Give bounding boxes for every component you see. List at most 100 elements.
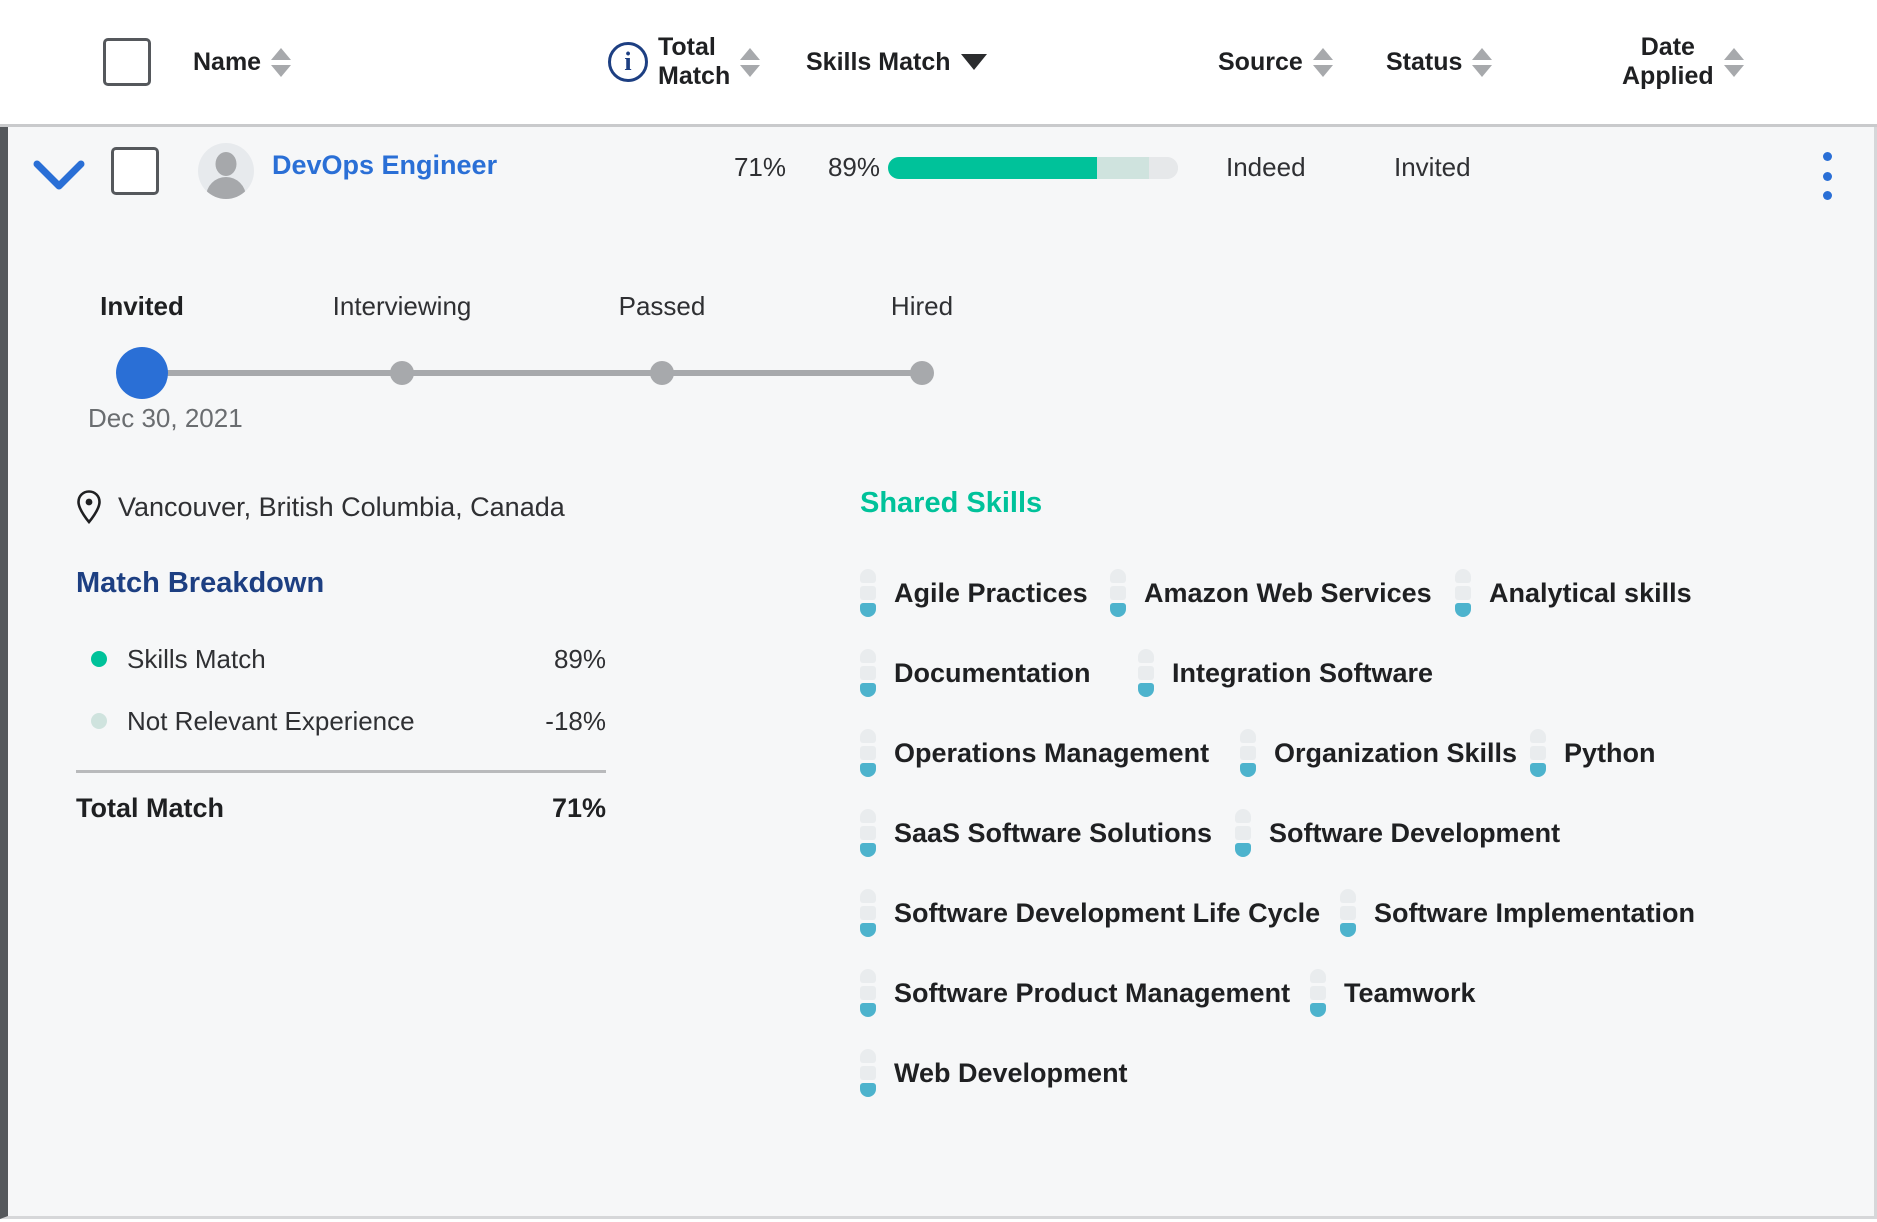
column-header-total-match[interactable]: i Total Match (608, 26, 761, 98)
legend-dot-not-relevant-experience (91, 713, 107, 729)
skill-item[interactable]: Python (1530, 729, 1656, 777)
skill-level-meter-icon (1138, 649, 1154, 697)
skill-item[interactable]: Documentation (860, 649, 1138, 697)
skill-item[interactable]: Amazon Web Services (1110, 569, 1455, 617)
skill-item[interactable]: Agile Practices (860, 569, 1110, 617)
stepper-label-passed: Passed (618, 291, 706, 321)
info-icon[interactable]: i (608, 42, 648, 82)
stepper-labels: Invited Interviewing Passed Hired (88, 291, 1108, 327)
skill-label: Software Development (1269, 817, 1561, 848)
skill-item[interactable]: SaaS Software Solutions (860, 809, 1235, 857)
shared-skills-row: Software Product Management Teamwork (860, 953, 1844, 1033)
candidate-details: Vancouver, British Columbia, Canada Matc… (8, 487, 1874, 1216)
legend-dot-skills-match (91, 651, 107, 667)
skills-match-progress-bar (888, 157, 1178, 179)
candidate-location-text: Vancouver, British Columbia, Canada (118, 491, 565, 522)
sort-arrows-icon[interactable] (271, 47, 292, 77)
column-header-name-label: Name (193, 47, 262, 76)
table-header: Name i Total Match Skills Match Source S… (0, 0, 1877, 127)
skill-label: Software Product Management (894, 977, 1291, 1008)
skill-item[interactable]: Software Development Life Cycle (860, 889, 1340, 937)
skill-item[interactable]: Web Development (860, 1049, 1128, 1097)
match-row-label: Skills Match (127, 643, 266, 674)
total-match-label: Total Match (76, 792, 224, 823)
progress-segment-partial (1096, 157, 1149, 179)
skill-item[interactable]: Software Implementation (1340, 889, 1695, 937)
stepper-label-invited: Invited (100, 291, 184, 321)
skill-label: SaaS Software Solutions (894, 817, 1213, 848)
column-header-total-match-label: Total Match (658, 32, 731, 91)
skill-item[interactable]: Analytical skills (1455, 569, 1692, 617)
skill-level-meter-icon (860, 1049, 876, 1097)
row-select-checkbox[interactable] (111, 147, 159, 195)
sort-arrows-icon[interactable] (1472, 47, 1493, 77)
skill-level-meter-icon (860, 969, 876, 1017)
stepper-track (88, 347, 1108, 399)
total-match-value: 71% (733, 152, 787, 182)
details-left-pane: Vancouver, British Columbia, Canada Matc… (76, 487, 696, 843)
candidate-row-summary: DevOps Engineer 71% 89% Indeed Invited (8, 127, 1874, 227)
row-actions-menu-icon[interactable] (1810, 149, 1844, 203)
skill-level-meter-icon (860, 809, 876, 857)
progress-segment-remaining (1148, 157, 1178, 179)
shared-skills-row: Web Development (860, 1033, 1844, 1113)
stepper-dot-interviewing[interactable] (390, 361, 414, 385)
skill-level-meter-icon (860, 729, 876, 777)
match-breakdown-list: Skills Match 89% Not Relevant Experience… (76, 628, 606, 752)
skill-item[interactable]: Software Development (1235, 809, 1560, 857)
skill-level-meter-icon (1240, 729, 1256, 777)
skill-level-meter-icon (1530, 729, 1546, 777)
shared-skills-row: Software Development Life Cycle Software… (860, 873, 1844, 953)
stepper-dot-hired[interactable] (910, 361, 934, 385)
skill-label: Amazon Web Services (1144, 577, 1432, 608)
skills-match-value: 89% (827, 152, 881, 182)
skill-label: Software Development Life Cycle (894, 897, 1321, 928)
column-header-source-label: Source (1218, 47, 1303, 76)
column-header-skills-match-label: Skills Match (806, 47, 951, 76)
skill-level-meter-icon (1455, 569, 1471, 617)
location-pin-icon (76, 490, 102, 524)
skill-item[interactable]: Integration Software (1138, 649, 1433, 697)
details-right-pane: Shared Skills Agile Practices Amazon Web… (860, 487, 1844, 1113)
stepper-connector-line (142, 370, 922, 376)
skill-item[interactable]: Operations Management (860, 729, 1240, 777)
avatar (198, 143, 254, 199)
skill-label: Web Development (894, 1057, 1128, 1088)
skill-label: Operations Management (894, 737, 1210, 768)
progress-segment-match (888, 157, 1097, 179)
match-breakdown-row: Not Relevant Experience -18% (76, 690, 606, 752)
column-header-status-label: Status (1386, 47, 1463, 76)
stepper-label-interviewing: Interviewing (332, 291, 472, 321)
shared-skills-row: Agile Practices Amazon Web Services Anal… (860, 553, 1844, 633)
column-header-status[interactable]: Status (1386, 38, 1493, 86)
column-header-source[interactable]: Source (1218, 38, 1333, 86)
column-header-name[interactable]: Name (193, 38, 292, 86)
candidate-name-link[interactable]: DevOps Engineer (272, 150, 497, 181)
skill-item[interactable]: Organization Skills (1240, 729, 1530, 777)
skill-label: Integration Software (1172, 657, 1434, 688)
chevron-down-icon[interactable] (960, 54, 987, 70)
column-header-skills-match[interactable]: Skills Match (806, 38, 987, 86)
stepper-dot-invited[interactable] (116, 347, 168, 399)
sort-arrows-icon[interactable] (740, 47, 761, 77)
select-all-checkbox[interactable] (103, 38, 151, 86)
skill-level-meter-icon (1340, 889, 1356, 937)
stepper-label-hired: Hired (890, 291, 954, 321)
skill-level-meter-icon (860, 569, 876, 617)
skill-label: Software Implementation (1374, 897, 1696, 928)
total-match-amount: 71% (551, 792, 606, 823)
sort-arrows-icon[interactable] (1723, 47, 1744, 77)
shared-skills-row: Operations Management Organization Skill… (860, 713, 1844, 793)
sort-arrows-icon[interactable] (1312, 47, 1333, 77)
status-stepper: Invited Interviewing Passed Hired Dec 30… (88, 291, 1108, 433)
expand-collapse-chevron-icon[interactable] (32, 155, 86, 195)
skill-item[interactable]: Teamwork (1310, 969, 1476, 1017)
skill-label: Teamwork (1344, 977, 1476, 1008)
column-header-date-applied[interactable]: Date Applied (1622, 26, 1744, 98)
match-breakdown-row: Skills Match 89% (76, 628, 606, 690)
match-row-value: 89% (553, 643, 606, 674)
skill-level-meter-icon (1310, 969, 1326, 1017)
skill-label: Python (1564, 737, 1656, 768)
stepper-dot-passed[interactable] (650, 361, 674, 385)
skill-item[interactable]: Software Product Management (860, 969, 1310, 1017)
